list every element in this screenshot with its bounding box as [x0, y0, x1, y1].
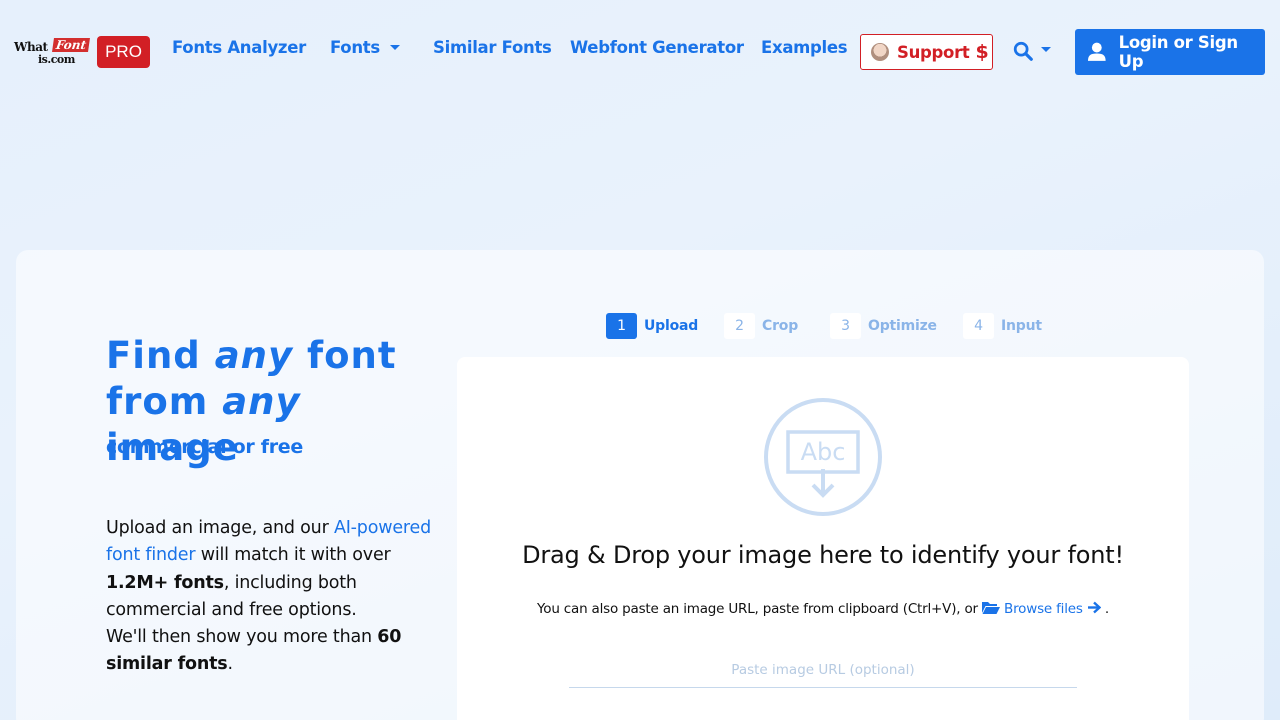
step-optimize[interactable]: 3 Optimize [830, 313, 937, 339]
avatar [871, 43, 889, 61]
nav-examples[interactable]: Examples [761, 38, 848, 57]
hint-end: . [1104, 601, 1109, 617]
support-label: Support [897, 42, 970, 62]
desc-text: We'll then show you more than [106, 627, 372, 648]
user-icon [1087, 42, 1106, 61]
hero-title-word: font [307, 334, 397, 377]
hero-title-word: Find [106, 334, 201, 377]
support-button[interactable]: Support $ [860, 34, 993, 70]
chevron-down-icon [1041, 47, 1051, 52]
step-label: Input [1001, 318, 1042, 334]
upload-image-icon: Abc [764, 398, 882, 516]
logo-com: is.com [38, 53, 75, 66]
hero-title-word: from [106, 380, 209, 423]
hero-title-emphasis: any [214, 334, 294, 377]
step-label: Crop [762, 318, 799, 334]
step-label: Upload [644, 318, 699, 334]
hero-description: Upload an image, and our AI-powered font… [106, 515, 451, 679]
nav-fonts-analyzer[interactable]: Fonts Analyzer [172, 38, 306, 57]
search-dropdown[interactable] [1012, 38, 1056, 64]
search-icon [1013, 41, 1033, 61]
step-number: 3 [830, 313, 861, 339]
pro-badge[interactable]: PRO [97, 36, 150, 68]
navbar: What Font is.com PRO Fonts Analyzer Font… [0, 0, 1280, 100]
dropzone-title: Drag & Drop your image here to identify … [522, 541, 1124, 569]
chevron-down-icon [389, 44, 400, 50]
site-logo[interactable]: What Font is.com [14, 38, 94, 66]
hero-subtitle: commercial or free [106, 436, 303, 458]
dollar-icon: $ [975, 41, 989, 63]
hint-text: You can also paste an image URL, paste f… [537, 601, 978, 617]
step-input[interactable]: 4 Input [963, 313, 1042, 339]
browse-files-link[interactable]: Browse files [981, 601, 1105, 617]
step-label: Optimize [868, 318, 937, 334]
desc-text: . [227, 654, 233, 675]
desc-bold: 1.2M+ fonts [106, 572, 224, 593]
step-number: 1 [606, 313, 637, 339]
nav-similar-fonts[interactable]: Similar Fonts [433, 38, 552, 57]
login-label: Login or Sign Up [1118, 33, 1239, 71]
logo-font: Font [52, 38, 91, 52]
nav-fonts-dropdown[interactable]: Fonts [330, 38, 400, 57]
folder-open-icon [981, 602, 1000, 614]
desc-text: will match it with over [200, 545, 391, 566]
browse-files-label: Browse files [1004, 601, 1083, 617]
step-upload[interactable]: 1 Upload [606, 313, 698, 339]
step-number: 4 [963, 313, 994, 339]
arrow-right-icon [1087, 601, 1102, 614]
image-url-input[interactable] [569, 652, 1077, 688]
desc-text: Upload an image, and our [106, 518, 329, 538]
dropzone-hint: You can also paste an image URL, paste f… [457, 601, 1189, 617]
step-crop[interactable]: 2 Crop [724, 313, 798, 339]
login-signup-button[interactable]: Login or Sign Up [1075, 29, 1265, 75]
nav-webfont-generator[interactable]: Webfont Generator [570, 38, 744, 57]
nav-fonts-label: Fonts [330, 38, 380, 57]
upload-icon-text: Abc [801, 438, 846, 466]
logo-what: What [14, 40, 48, 54]
hero-title-emphasis: any [222, 380, 301, 423]
step-number: 2 [724, 313, 755, 339]
